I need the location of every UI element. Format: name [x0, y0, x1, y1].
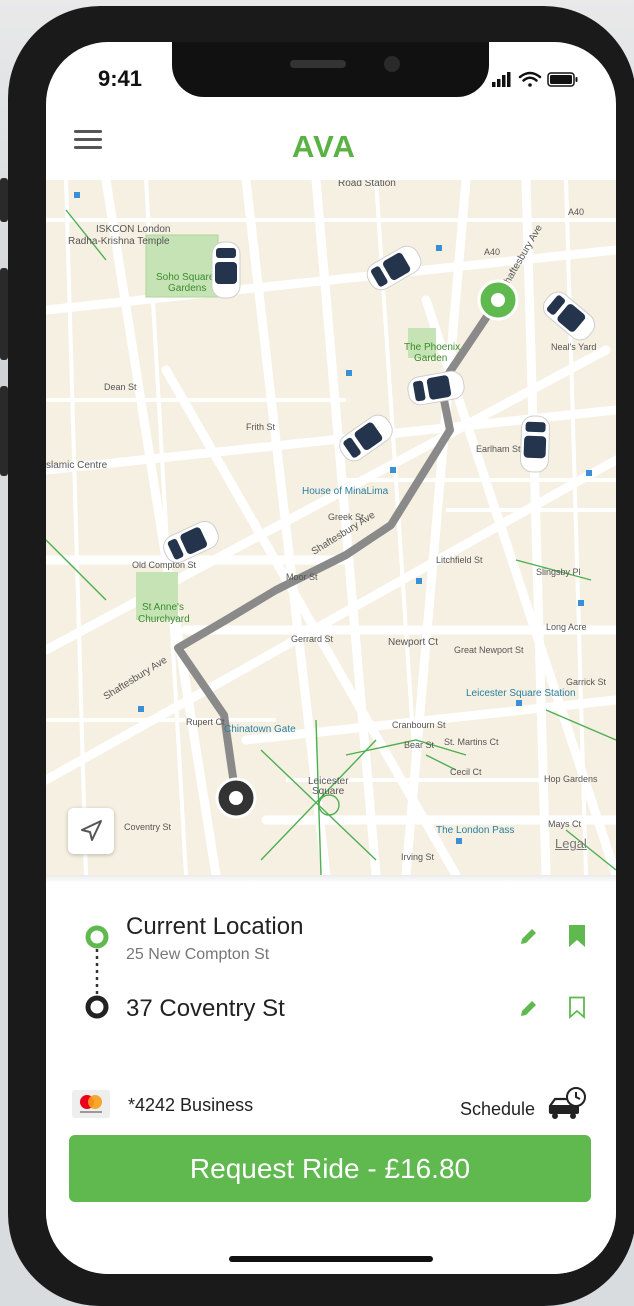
- car-icon: [366, 245, 422, 291]
- map-label: slamic Centre: [46, 460, 108, 471]
- dropoff-dot-icon: [85, 995, 109, 1019]
- map-label: Cecil Ct: [450, 767, 482, 777]
- car-icon: [211, 241, 241, 299]
- map-label: Square: [312, 786, 345, 797]
- schedule-label[interactable]: Schedule: [460, 1099, 535, 1120]
- locate-me-button[interactable]: [68, 808, 114, 854]
- map-label: Churchyard: [138, 614, 190, 625]
- hamburger-menu-icon[interactable]: [74, 128, 102, 152]
- pickup-dot-icon: [85, 925, 109, 949]
- map-label: Newport Ct: [388, 637, 438, 648]
- map-label: Long Acre: [546, 622, 587, 632]
- menu-bar: [74, 138, 102, 141]
- screen: 9:41 AVA Road Station ISKCON London Radh…: [46, 42, 616, 1274]
- car-icon: [519, 415, 551, 473]
- device-notch: [172, 42, 489, 97]
- request-ride-button[interactable]: Request Ride - £16.80: [69, 1135, 591, 1202]
- navigation-arrow-icon: [81, 820, 102, 841]
- map-label: Moor St: [286, 572, 318, 582]
- bookmark-filled-icon[interactable]: [568, 924, 586, 948]
- status-time: 9:41: [98, 66, 143, 91]
- pickup-title[interactable]: Current Location: [126, 913, 303, 941]
- map-label: Earlham St: [476, 444, 521, 454]
- volume-up-button: [0, 268, 8, 360]
- map-label: Cranbourn St: [392, 720, 446, 730]
- speaker: [290, 60, 346, 68]
- dropoff-marker-icon: [215, 777, 257, 819]
- dropoff-title[interactable]: 37 Coventry St: [126, 995, 285, 1023]
- map-label: Gardens: [168, 283, 206, 294]
- map-label: Chinatown Gate: [224, 724, 296, 735]
- menu-bar: [74, 146, 102, 149]
- map-label: A40: [484, 247, 500, 257]
- legal-link[interactable]: Legal: [555, 836, 587, 851]
- phone-frame: 9:41 AVA Road Station ISKCON London Radh…: [8, 6, 634, 1306]
- map-label: Hop Gardens: [544, 774, 598, 784]
- map-label: House of MinaLima: [302, 486, 389, 497]
- mastercard-icon: [72, 1090, 110, 1118]
- pickup-address: 25 New Compton St: [126, 946, 270, 963]
- map-label: Road Station: [338, 180, 396, 189]
- pickup-marker-icon: [477, 279, 519, 321]
- map-label: Old Compton St: [132, 560, 197, 570]
- map-label: A40: [568, 207, 584, 217]
- front-camera: [384, 56, 400, 72]
- map-label: Great Newport St: [454, 645, 524, 655]
- map-label: Irving St: [401, 852, 435, 862]
- map-label: Garrick St: [566, 677, 607, 687]
- pencil-icon[interactable]: [518, 927, 538, 947]
- map-label: Litchfield St: [436, 555, 483, 565]
- map-label: ISKCON London: [96, 224, 171, 235]
- home-indicator[interactable]: [229, 1256, 433, 1262]
- map-streets: [46, 180, 616, 875]
- map-label: Garden: [414, 353, 447, 364]
- panel-shadow: [46, 875, 616, 883]
- status-icons: [492, 70, 592, 90]
- map-label: Leicester Square Station: [466, 688, 576, 699]
- map-label: St. Martins Ct: [444, 737, 499, 747]
- map-label: Rupert Ct: [186, 717, 225, 727]
- map-label: Coventry St: [124, 822, 172, 832]
- map-label: The Phoenix: [404, 342, 460, 353]
- route-indicator: [85, 925, 109, 1019]
- signal-icon: [492, 72, 511, 87]
- pencil-icon[interactable]: [518, 999, 538, 1019]
- map-label: Neal's Yard: [551, 342, 596, 352]
- map-label: Mays Ct: [548, 819, 582, 829]
- ava-logo: AVA: [292, 129, 356, 164]
- payment-method[interactable]: *4242 Business: [128, 1095, 253, 1116]
- map-label: St Anne's: [142, 602, 184, 613]
- bookmark-outline-icon[interactable]: [568, 996, 586, 1020]
- map-label: Slingsby Pl: [536, 567, 581, 577]
- map-label: Bear St: [404, 740, 435, 750]
- map-label: Dean St: [104, 382, 137, 392]
- wifi-icon: [518, 71, 542, 87]
- battery-icon: [547, 72, 578, 87]
- map-label: The London Pass: [436, 825, 514, 836]
- map-label: Gerrard St: [291, 634, 334, 644]
- volume-down-button: [0, 386, 8, 476]
- map-label: Frith St: [246, 422, 276, 432]
- mute-switch: [0, 178, 8, 222]
- menu-bar: [74, 130, 102, 133]
- car-clock-icon[interactable]: [546, 1086, 590, 1122]
- map-label: Shaftesbury Ave: [102, 654, 170, 702]
- map-label: Soho Square: [156, 272, 215, 283]
- map-view[interactable]: Road Station ISKCON London Radha-Krishna…: [46, 180, 616, 875]
- map-label: Radha-Krishna Temple: [68, 236, 170, 247]
